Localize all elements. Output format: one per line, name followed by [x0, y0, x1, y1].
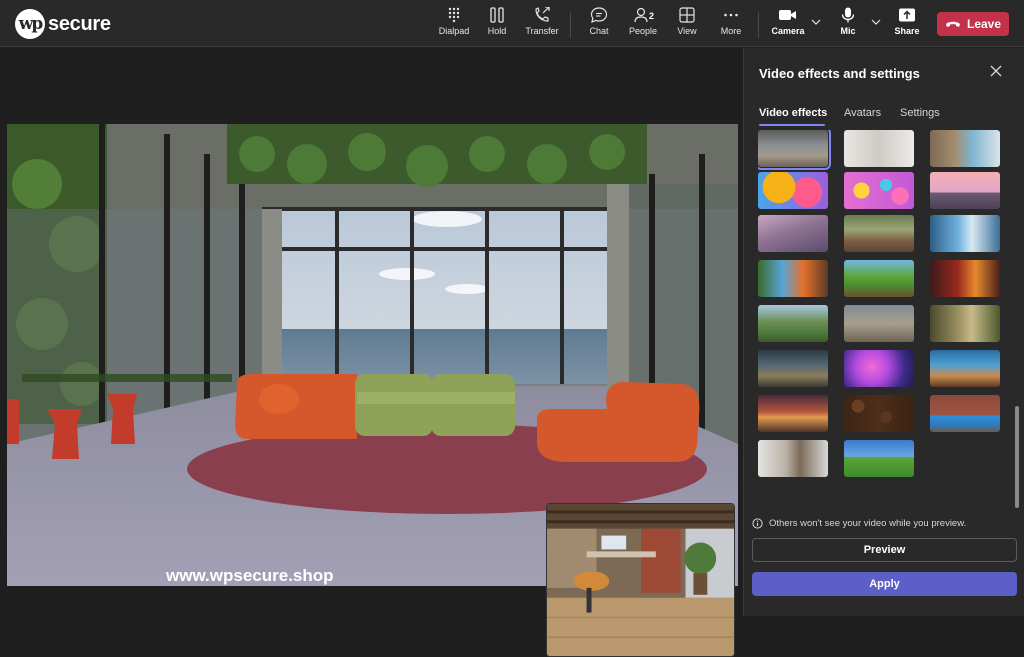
- mic-label: Mic: [840, 26, 856, 36]
- hold-label: Hold: [487, 26, 507, 36]
- view-label: View: [677, 26, 697, 36]
- tab-video-effects[interactable]: Video effects: [759, 107, 827, 119]
- dialpad-icon: [448, 7, 460, 23]
- thumbnail-bg-room-glass[interactable]: [758, 130, 831, 170]
- thumbnail-bg-ruins-forest[interactable]: [930, 305, 1000, 342]
- toolbar-divider: [758, 12, 759, 38]
- thumbnail-bg-sea-office[interactable]: [930, 130, 1000, 167]
- more-label: More: [720, 26, 742, 36]
- thumbnail-bg-minecraft-village[interactable]: [844, 260, 914, 297]
- people-count: 2: [649, 11, 655, 21]
- pause-icon: [490, 7, 504, 23]
- toolbar-divider: [570, 12, 571, 38]
- active-tab-indicator: [759, 124, 825, 126]
- thumbnail-bg-green-valley[interactable]: [758, 305, 828, 342]
- thumbnail-bg-fantasy-town[interactable]: [758, 395, 828, 432]
- apply-button[interactable]: Apply: [752, 572, 1017, 596]
- share-button[interactable]: Share: [894, 7, 920, 43]
- chat-icon: [590, 7, 608, 23]
- preview-info-text: Others won't see your video while you pr…: [769, 518, 967, 529]
- share-label: Share: [894, 26, 920, 36]
- more-button[interactable]: More: [718, 7, 744, 43]
- tab-settings[interactable]: Settings: [900, 107, 940, 119]
- info-icon: [752, 518, 763, 529]
- thumbnail-bg-stone-arch[interactable]: [844, 305, 914, 342]
- transfer-label: Transfer: [525, 26, 559, 36]
- thumbnail-bg-blue-lab[interactable]: [930, 215, 1000, 252]
- hold-button[interactable]: Hold: [484, 7, 510, 43]
- preview-button[interactable]: Preview: [752, 538, 1017, 562]
- camera-options-chevron-down-icon[interactable]: [811, 18, 821, 26]
- self-view-video: [546, 503, 735, 657]
- apply-label: Apply: [869, 578, 900, 590]
- video-stage: www.wpsecure.shop: [0, 48, 742, 657]
- thumbnail-bg-sci-fi-landscape[interactable]: [758, 350, 828, 387]
- panel-title: Video effects and settings: [759, 66, 920, 81]
- phone-transfer-icon: [535, 7, 550, 22]
- people-label: People: [628, 26, 658, 36]
- mic-button[interactable]: Mic: [838, 7, 858, 43]
- more-icon: [724, 13, 738, 17]
- tab-avatars[interactable]: Avatars: [844, 107, 881, 119]
- leave-button[interactable]: Leave: [937, 12, 1009, 36]
- thumbnail-bg-pink-spheres[interactable]: [844, 172, 914, 209]
- thumbnail-bg-balloons[interactable]: [758, 172, 828, 209]
- preview-info: Others won't see your video while you pr…: [752, 518, 966, 529]
- meeting-toolbar: wp secure Dialpad Hold Transfer Chat Peo…: [0, 0, 1024, 47]
- mic-options-chevron-down-icon[interactable]: [871, 18, 881, 26]
- people-button[interactable]: People 2: [628, 7, 658, 43]
- thumbnail-bg-kitchen[interactable]: [758, 440, 828, 477]
- thumbnail-bg-classroom[interactable]: [844, 215, 914, 252]
- video-effects-panel: Video effects and settings Video effects…: [743, 48, 1024, 616]
- thumbnail-bg-coffee-beans[interactable]: [844, 395, 914, 432]
- thumbnail-bg-minecraft-waterfall[interactable]: [758, 260, 828, 297]
- view-button[interactable]: View: [675, 7, 699, 43]
- hang-up-icon: [945, 21, 960, 27]
- wpsecure-logo: wp secure: [15, 9, 111, 39]
- thumbnail-bg-green-hill[interactable]: [844, 440, 914, 477]
- logo-text: secure: [48, 12, 111, 35]
- thumbnail-bg-brick-sofa[interactable]: [930, 395, 1000, 432]
- chat-button[interactable]: Chat: [588, 7, 610, 43]
- watermark-text: www.wpsecure.shop: [166, 566, 334, 585]
- background-thumbnail-grid: [758, 130, 1018, 540]
- preview-label: Preview: [863, 544, 906, 556]
- transfer-button[interactable]: Transfer: [525, 7, 559, 43]
- video-camera-icon: [779, 10, 796, 20]
- grid-view-icon: [679, 7, 695, 23]
- dialpad-button[interactable]: Dialpad: [439, 7, 469, 43]
- thumbnail-bg-bridge-sunset[interactable]: [930, 172, 1000, 209]
- logo-mark: wp: [15, 9, 45, 39]
- thumbnail-bg-purple-nebula[interactable]: [844, 350, 914, 387]
- thumbnail-bg-pink-mountains[interactable]: [758, 215, 828, 252]
- microphone-icon: [841, 7, 855, 23]
- camera-label: Camera: [771, 26, 805, 36]
- panel-scrollbar[interactable]: [1015, 406, 1019, 508]
- chat-label: Chat: [589, 26, 609, 36]
- camera-button[interactable]: Camera: [771, 7, 805, 43]
- thumbnail-bg-white-room[interactable]: [844, 130, 914, 167]
- close-icon[interactable]: [990, 65, 1002, 77]
- share-screen-icon: [899, 8, 915, 22]
- thumbnail-bg-alien-world[interactable]: [930, 350, 1000, 387]
- leave-label: Leave: [966, 17, 1002, 31]
- thumbnail-bg-minecraft-nether[interactable]: [930, 260, 1000, 297]
- dialpad-label: Dialpad: [438, 26, 470, 36]
